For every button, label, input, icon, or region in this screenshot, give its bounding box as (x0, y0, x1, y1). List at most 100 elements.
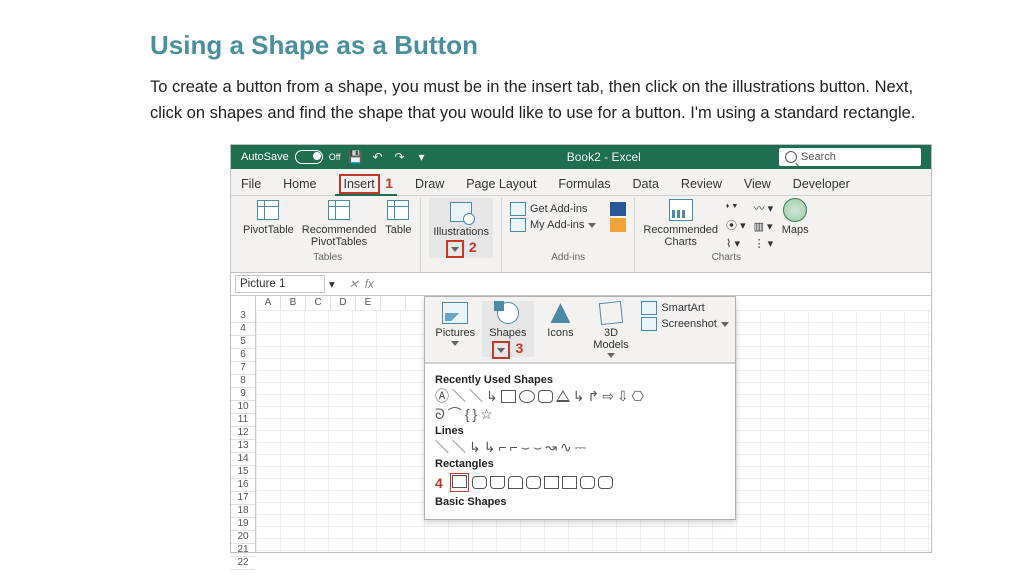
row-header[interactable]: 8 (231, 375, 255, 388)
shape-rectangle[interactable] (501, 390, 516, 403)
maps-button[interactable]: Maps (781, 198, 809, 236)
name-box-dropdown[interactable]: ▾ (325, 277, 339, 291)
row-header[interactable]: 22 (231, 557, 255, 570)
table-button[interactable]: Table (384, 198, 412, 236)
chart-type-button[interactable]: ⌇ ▾ (726, 237, 746, 250)
chart-type-button[interactable]: 〰 ▾ (754, 200, 774, 216)
shape-snip-rect[interactable] (508, 476, 523, 489)
tab-insert[interactable]: Insert 1 (335, 171, 398, 195)
recommended-pivottables-button[interactable]: Recommended PivotTables (302, 198, 377, 248)
shape-elbow[interactable]: ⌐ (510, 440, 518, 454)
row-header[interactable]: 3 (231, 310, 255, 323)
row-header[interactable]: 5 (231, 336, 255, 349)
chart-type-button[interactable]: ⋮ ▾ (754, 237, 774, 250)
qat-more-icon[interactable]: ▾ (415, 150, 429, 164)
row-header[interactable]: 12 (231, 427, 255, 440)
recommended-charts-button[interactable]: Recommended Charts (643, 198, 718, 248)
tab-developer[interactable]: Developer (789, 173, 854, 195)
tab-home[interactable]: Home (279, 173, 320, 195)
column-header[interactable]: C (306, 296, 331, 310)
shape-triangle[interactable] (556, 390, 570, 402)
chart-type-button[interactable]: ⬪ ▾ (726, 200, 746, 213)
shape-elbow[interactable]: ⌐ (498, 440, 506, 454)
bing-icon[interactable] (610, 218, 626, 232)
shape-rectangle[interactable] (544, 476, 559, 489)
tab-draw[interactable]: Draw (411, 173, 448, 195)
row-header[interactable]: 4 (231, 323, 255, 336)
pictures-button[interactable]: Pictures (431, 301, 480, 346)
autosave-toggle[interactable]: AutoSave Off (241, 150, 341, 164)
row-header[interactable]: 21 (231, 544, 255, 557)
smartart-button[interactable]: SmartArt (641, 301, 729, 315)
chart-type-button[interactable]: ⦿ ▾ (726, 217, 746, 233)
row-header[interactable]: 9 (231, 388, 255, 401)
row-header[interactable]: 6 (231, 349, 255, 362)
chart-type-button[interactable]: ▥ ▾ (754, 220, 774, 233)
shape-star[interactable]: ☆ (480, 407, 493, 421)
shape-freeform[interactable]: ⎓ (575, 440, 586, 454)
row-header[interactable]: 16 (231, 479, 255, 492)
shape-connector[interactable]: ↳ (486, 389, 498, 403)
row-header[interactable]: 20 (231, 531, 255, 544)
row-header[interactable]: 19 (231, 518, 255, 531)
column-header[interactable] (381, 296, 406, 310)
shape-line[interactable]: ＼ (452, 440, 466, 454)
worksheet[interactable]: 345678910111213141516171819202122 ABCDEN… (231, 296, 931, 552)
shape-line[interactable]: ＼ (435, 440, 449, 454)
shape-oval[interactable] (519, 390, 535, 403)
row-header[interactable]: 7 (231, 362, 255, 375)
shape-rounded-rect[interactable] (580, 476, 595, 489)
tab-data[interactable]: Data (629, 173, 663, 195)
shape-curve[interactable]: ⌣ (521, 440, 530, 454)
fx-icon[interactable]: ✕ fx (349, 277, 374, 291)
shape-snip-rect[interactable] (490, 476, 505, 489)
shape-rounded-rect[interactable] (538, 390, 553, 403)
column-header[interactable]: A (256, 296, 281, 310)
shape-arrow[interactable]: ⇨ (602, 389, 614, 403)
shape-brace-left[interactable]: { (465, 407, 470, 421)
shape-curve[interactable]: ᘐ (435, 407, 445, 421)
column-header[interactable]: E (356, 296, 381, 310)
illustrations-button[interactable]: Illustrations 2 (429, 198, 493, 257)
shape-line[interactable]: ＼ (452, 389, 466, 403)
column-header[interactable]: B (281, 296, 306, 310)
save-icon[interactable]: 💾 (349, 150, 363, 164)
get-addins-button[interactable]: Get Add-ins (510, 202, 596, 216)
row-header[interactable]: 10 (231, 401, 255, 414)
shape-rounded-rect[interactable] (598, 476, 613, 489)
tab-file[interactable]: File (237, 173, 265, 195)
shape-connector[interactable]: ↳ (469, 440, 481, 454)
tab-review[interactable]: Review (677, 173, 726, 195)
row-header[interactable]: 11 (231, 414, 255, 427)
shape-rectangle[interactable] (562, 476, 577, 489)
shape-freeform[interactable]: ⌒ (448, 407, 462, 421)
shape-scribble[interactable]: ∿ (560, 440, 572, 454)
column-header[interactable]: D (331, 296, 356, 310)
icons-button[interactable]: Icons (536, 301, 585, 339)
screenshot-button[interactable]: Screenshot (641, 317, 729, 331)
shape-rounded-rect[interactable] (526, 476, 541, 489)
tab-page-layout[interactable]: Page Layout (462, 173, 540, 195)
pivottable-button[interactable]: PivotTable (243, 198, 294, 236)
row-header[interactable]: 15 (231, 466, 255, 479)
shape-connector[interactable]: ↝ (545, 440, 557, 454)
search-input[interactable]: Search (779, 148, 921, 166)
undo-icon[interactable]: ↶ (371, 150, 385, 164)
3d-models-button[interactable]: 3D Models (587, 301, 636, 358)
visio-icon[interactable] (610, 202, 626, 216)
tab-formulas[interactable]: Formulas (554, 173, 614, 195)
shape-curve[interactable]: ⌣ (533, 440, 542, 454)
name-box[interactable]: Picture 1 (235, 275, 325, 293)
redo-icon[interactable]: ↷ (393, 150, 407, 164)
my-addins-button[interactable]: My Add-ins (510, 218, 596, 232)
row-header[interactable]: 13 (231, 440, 255, 453)
shape-rectangle[interactable] (450, 473, 469, 492)
tab-view[interactable]: View (740, 173, 775, 195)
row-header[interactable]: 18 (231, 505, 255, 518)
shape-brace-right[interactable]: } (473, 407, 478, 421)
shape-arrow[interactable]: ↱ (587, 389, 599, 403)
shape-connector[interactable]: ↳ (484, 440, 496, 454)
shapes-button[interactable]: Shapes 3 (482, 301, 535, 356)
shape-line[interactable]: ＼ (469, 389, 483, 403)
row-header[interactable]: 17 (231, 492, 255, 505)
